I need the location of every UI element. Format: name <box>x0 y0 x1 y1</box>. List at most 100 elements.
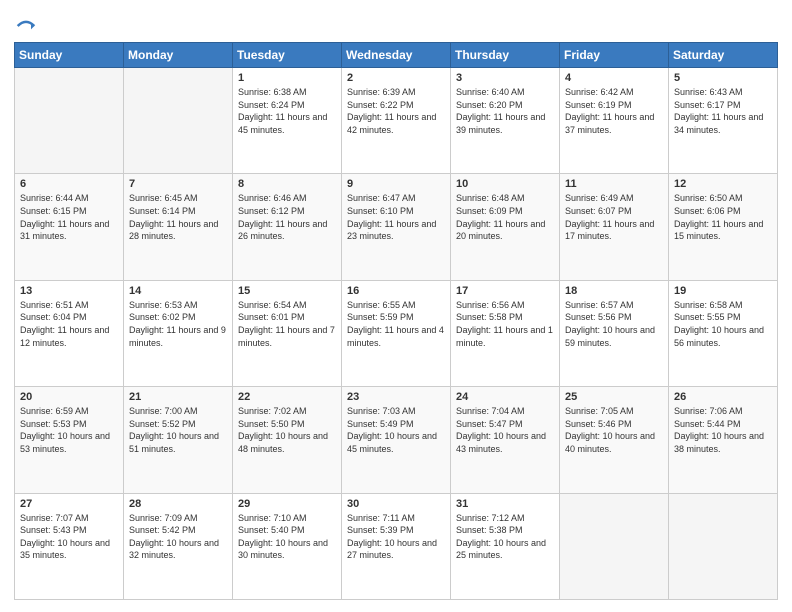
calendar-day-cell: 8Sunrise: 6:46 AMSunset: 6:12 PMDaylight… <box>233 174 342 280</box>
calendar-body: 1 Sunrise: 6:38 AMSunset: 6:24 PMDaylight… <box>15 68 778 600</box>
day-info: Sunrise: 6:47 AMSunset: 6:10 PMDaylight:… <box>347 192 445 242</box>
calendar-day-cell: 2 Sunrise: 6:39 AMSunset: 6:22 PMDaylight… <box>342 68 451 174</box>
day-number: 6 <box>20 178 118 190</box>
calendar-day-cell: 30 Sunrise: 7:11 AMSunset: 5:39 PMDayligh… <box>342 493 451 599</box>
calendar-day-cell: 15 Sunrise: 6:54 AMSunset: 6:01 PMDayligh… <box>233 280 342 386</box>
calendar-day-cell: 19Sunrise: 6:58 AMSunset: 5:55 PMDayligh… <box>669 280 778 386</box>
header <box>14 12 778 36</box>
calendar-day-cell <box>124 68 233 174</box>
day-of-week-header: Tuesday <box>233 43 342 68</box>
calendar-day-cell: 27 Sunrise: 7:07 AMSunset: 5:43 PMDayligh… <box>15 493 124 599</box>
calendar-day-cell: 24 Sunrise: 7:04 AMSunset: 5:47 PMDayligh… <box>451 387 560 493</box>
day-of-week-header: Sunday <box>15 43 124 68</box>
page: SundayMondayTuesdayWednesdayThursdayFrid… <box>0 0 792 612</box>
day-info: Sunrise: 7:00 AMSunset: 5:52 PMDaylight:… <box>129 405 227 455</box>
day-number: 14 <box>129 285 227 297</box>
day-info: Sunrise: 7:02 AMSunset: 5:50 PMDaylight:… <box>238 405 336 455</box>
day-info: Sunrise: 7:11 AMSunset: 5:39 PMDaylight:… <box>347 512 445 562</box>
calendar-day-cell: 20 Sunrise: 6:59 AMSunset: 5:53 PMDayligh… <box>15 387 124 493</box>
day-number: 15 <box>238 285 336 297</box>
day-info: Sunrise: 6:49 AMSunset: 6:07 PMDaylight:… <box>565 192 663 242</box>
day-number: 16 <box>347 285 445 297</box>
day-info: Sunrise: 6:57 AMSunset: 5:56 PMDaylight:… <box>565 299 663 349</box>
calendar-day-cell: 29 Sunrise: 7:10 AMSunset: 5:40 PMDayligh… <box>233 493 342 599</box>
day-number: 4 <box>565 72 663 84</box>
calendar-day-cell: 5 Sunrise: 6:43 AMSunset: 6:17 PMDaylight… <box>669 68 778 174</box>
calendar-day-cell: 18 Sunrise: 6:57 AMSunset: 5:56 PMDayligh… <box>560 280 669 386</box>
calendar-day-cell <box>15 68 124 174</box>
day-info: Sunrise: 6:59 AMSunset: 5:53 PMDaylight:… <box>20 405 118 455</box>
day-number: 12 <box>674 178 772 190</box>
day-info: Sunrise: 7:09 AMSunset: 5:42 PMDaylight:… <box>129 512 227 562</box>
day-number: 1 <box>238 72 336 84</box>
calendar-day-cell: 28Sunrise: 7:09 AMSunset: 5:42 PMDayligh… <box>124 493 233 599</box>
calendar-day-cell: 21 Sunrise: 7:00 AMSunset: 5:52 PMDayligh… <box>124 387 233 493</box>
calendar-day-cell: 9 Sunrise: 6:47 AMSunset: 6:10 PMDaylight… <box>342 174 451 280</box>
day-info: Sunrise: 6:54 AMSunset: 6:01 PMDaylight:… <box>238 299 336 349</box>
day-number: 23 <box>347 391 445 403</box>
day-number: 3 <box>456 72 554 84</box>
day-of-week-header: Friday <box>560 43 669 68</box>
day-number: 24 <box>456 391 554 403</box>
calendar-day-cell: 31 Sunrise: 7:12 AMSunset: 5:38 PMDayligh… <box>451 493 560 599</box>
calendar-day-cell: 12 Sunrise: 6:50 AMSunset: 6:06 PMDayligh… <box>669 174 778 280</box>
calendar-week-row: 6Sunrise: 6:44 AMSunset: 6:15 PMDaylight… <box>15 174 778 280</box>
day-number: 30 <box>347 498 445 510</box>
day-info: Sunrise: 7:07 AMSunset: 5:43 PMDaylight:… <box>20 512 118 562</box>
day-number: 10 <box>456 178 554 190</box>
day-info: Sunrise: 7:04 AMSunset: 5:47 PMDaylight:… <box>456 405 554 455</box>
day-number: 29 <box>238 498 336 510</box>
day-info: Sunrise: 6:38 AMSunset: 6:24 PMDaylight:… <box>238 86 336 136</box>
calendar-day-cell: 4 Sunrise: 6:42 AMSunset: 6:19 PMDaylight… <box>560 68 669 174</box>
calendar-day-cell: 3Sunrise: 6:40 AMSunset: 6:20 PMDaylight… <box>451 68 560 174</box>
day-info: Sunrise: 6:53 AMSunset: 6:02 PMDaylight:… <box>129 299 227 349</box>
day-number: 18 <box>565 285 663 297</box>
calendar-day-cell: 23Sunrise: 7:03 AMSunset: 5:49 PMDayligh… <box>342 387 451 493</box>
day-info: Sunrise: 6:43 AMSunset: 6:17 PMDaylight:… <box>674 86 772 136</box>
day-info: Sunrise: 6:51 AMSunset: 6:04 PMDaylight:… <box>20 299 118 349</box>
calendar-day-cell: 26Sunrise: 7:06 AMSunset: 5:44 PMDayligh… <box>669 387 778 493</box>
day-number: 7 <box>129 178 227 190</box>
day-info: Sunrise: 6:42 AMSunset: 6:19 PMDaylight:… <box>565 86 663 136</box>
day-number: 22 <box>238 391 336 403</box>
day-info: Sunrise: 6:48 AMSunset: 6:09 PMDaylight:… <box>456 192 554 242</box>
day-number: 2 <box>347 72 445 84</box>
day-of-week-header: Monday <box>124 43 233 68</box>
day-info: Sunrise: 7:12 AMSunset: 5:38 PMDaylight:… <box>456 512 554 562</box>
calendar-day-cell <box>669 493 778 599</box>
calendar-table: SundayMondayTuesdayWednesdayThursdayFrid… <box>14 42 778 600</box>
calendar-day-cell: 13Sunrise: 6:51 AMSunset: 6:04 PMDayligh… <box>15 280 124 386</box>
day-info: Sunrise: 7:06 AMSunset: 5:44 PMDaylight:… <box>674 405 772 455</box>
day-number: 20 <box>20 391 118 403</box>
calendar-day-cell: 1 Sunrise: 6:38 AMSunset: 6:24 PMDaylight… <box>233 68 342 174</box>
day-number: 5 <box>674 72 772 84</box>
day-number: 11 <box>565 178 663 190</box>
day-info: Sunrise: 6:58 AMSunset: 5:55 PMDaylight:… <box>674 299 772 349</box>
calendar-day-cell: 16 Sunrise: 6:55 AMSunset: 5:59 PMDayligh… <box>342 280 451 386</box>
calendar-day-cell: 11 Sunrise: 6:49 AMSunset: 6:07 PMDayligh… <box>560 174 669 280</box>
calendar-week-row: 20 Sunrise: 6:59 AMSunset: 5:53 PMDayligh… <box>15 387 778 493</box>
day-info: Sunrise: 6:39 AMSunset: 6:22 PMDaylight:… <box>347 86 445 136</box>
day-info: Sunrise: 6:45 AMSunset: 6:14 PMDaylight:… <box>129 192 227 242</box>
day-of-week-header: Saturday <box>669 43 778 68</box>
calendar-day-cell: 7 Sunrise: 6:45 AMSunset: 6:14 PMDaylight… <box>124 174 233 280</box>
day-number: 17 <box>456 285 554 297</box>
day-of-week-header: Wednesday <box>342 43 451 68</box>
day-info: Sunrise: 6:50 AMSunset: 6:06 PMDaylight:… <box>674 192 772 242</box>
day-number: 9 <box>347 178 445 190</box>
day-info: Sunrise: 6:55 AMSunset: 5:59 PMDaylight:… <box>347 299 445 349</box>
day-number: 21 <box>129 391 227 403</box>
day-info: Sunrise: 7:10 AMSunset: 5:40 PMDaylight:… <box>238 512 336 562</box>
logo <box>14 16 36 36</box>
day-info: Sunrise: 6:56 AMSunset: 5:58 PMDaylight:… <box>456 299 554 349</box>
day-number: 31 <box>456 498 554 510</box>
calendar-day-cell <box>560 493 669 599</box>
calendar-week-row: 13Sunrise: 6:51 AMSunset: 6:04 PMDayligh… <box>15 280 778 386</box>
calendar-day-cell: 25Sunrise: 7:05 AMSunset: 5:46 PMDayligh… <box>560 387 669 493</box>
day-number: 27 <box>20 498 118 510</box>
day-of-week-header: Thursday <box>451 43 560 68</box>
logo-icon <box>16 16 36 36</box>
calendar-week-row: 1 Sunrise: 6:38 AMSunset: 6:24 PMDaylight… <box>15 68 778 174</box>
calendar-day-cell: 10 Sunrise: 6:48 AMSunset: 6:09 PMDayligh… <box>451 174 560 280</box>
calendar-header-row: SundayMondayTuesdayWednesdayThursdayFrid… <box>15 43 778 68</box>
